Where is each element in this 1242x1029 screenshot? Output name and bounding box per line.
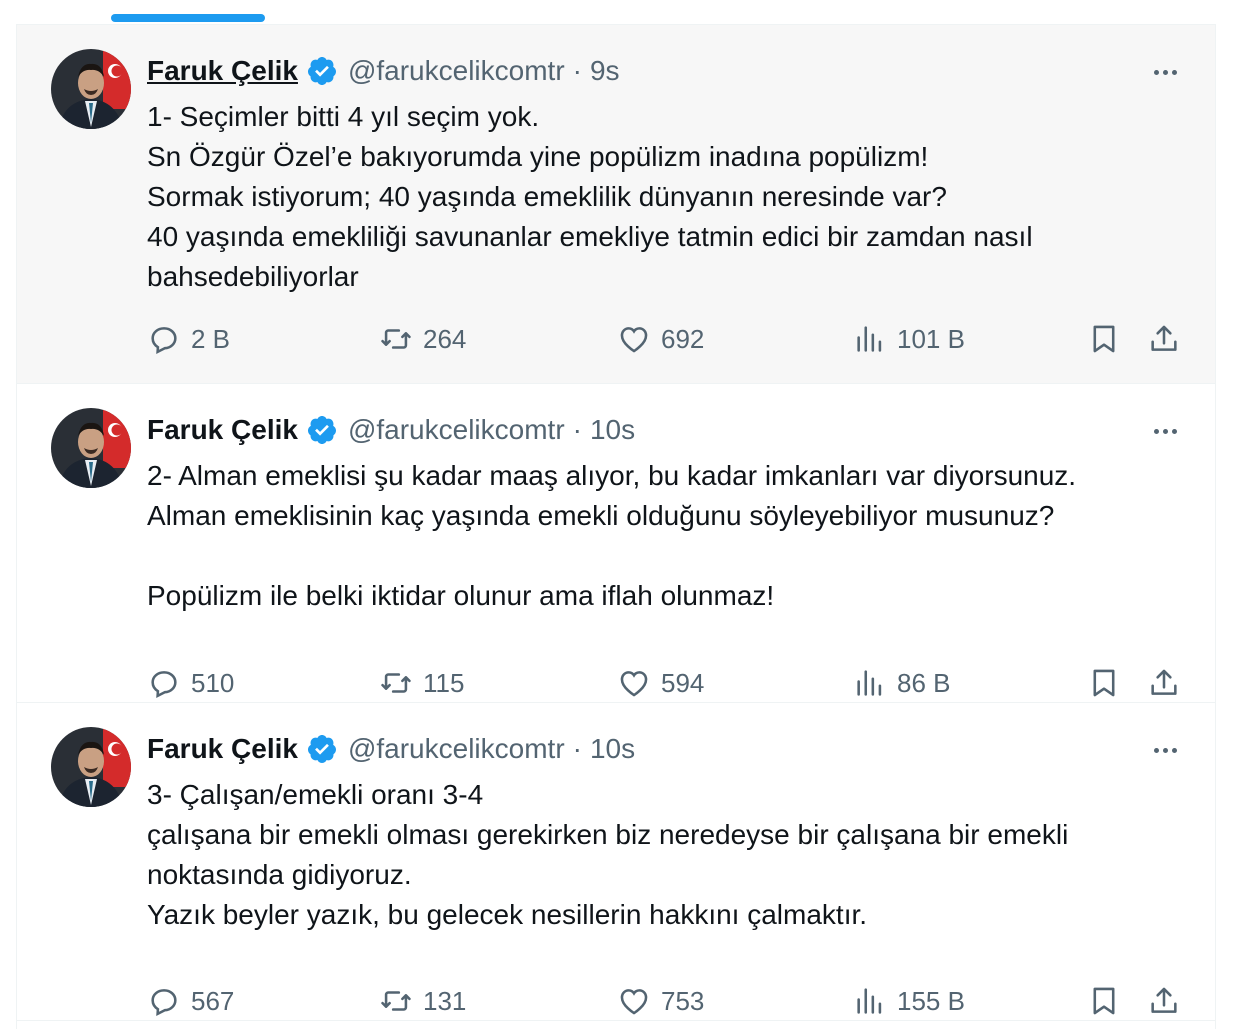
bookmark-button[interactable] [1087, 319, 1121, 359]
more-icon[interactable] [1147, 735, 1183, 765]
separator-dot: · [572, 733, 582, 764]
tweet-header: Faruk Çelik @farukcelikcomtr · 10s [147, 412, 635, 448]
like-button[interactable]: 692 [617, 319, 704, 359]
like-icon [620, 327, 648, 353]
bookmark-button[interactable] [1087, 981, 1121, 1021]
tweet-text: 1- Seçimler bitti 4 yıl seçim yok. Sn Özg… [147, 97, 1187, 297]
reply-icon [151, 989, 177, 1017]
repost-button[interactable]: 115 [379, 663, 464, 703]
like-button[interactable]: 753 [617, 981, 704, 1021]
action-bar: 567 131 753 155 B [147, 981, 1187, 1021]
author-name[interactable]: Faruk Çelik [147, 733, 298, 765]
repost-count: 131 [423, 985, 467, 1016]
share-icon [1151, 325, 1177, 351]
separator-dot: · [572, 55, 582, 86]
views-count: 101 B [897, 323, 965, 354]
avatar[interactable] [51, 727, 131, 807]
tweet-header: Faruk Çelik @farukcelikcomtr · 9s [147, 53, 620, 89]
like-button[interactable]: 594 [617, 663, 704, 703]
separator-dot: · [572, 414, 582, 445]
tweet-line: Yazık beyler yazık, bu gelecek nesilleri… [147, 899, 868, 930]
tweet[interactable]: Faruk Çelik @farukcelikcomtr · 10s 2- Al… [17, 384, 1215, 703]
repost-icon [381, 329, 411, 349]
tweet-line: 40 yaşında emekliliği savunanlar emekliy… [147, 221, 1033, 252]
share-button[interactable] [1147, 981, 1181, 1021]
tweet-line: Sormak istiyorum; 40 yaşında emeklilik d… [147, 181, 947, 212]
tweet-line [147, 536, 1187, 576]
tweet-line: noktasında gidiyoruz. [147, 859, 412, 890]
repost-button[interactable]: 264 [379, 319, 466, 359]
reply-count: 510 [191, 667, 235, 698]
like-count: 692 [661, 323, 705, 354]
avatar[interactable] [51, 408, 131, 488]
bookmark-icon [1093, 669, 1115, 697]
reply-count: 2 B [191, 323, 231, 354]
views-count: 155 B [897, 985, 965, 1016]
tweet-line: Popülizm ile belki iktidar olunur ama if… [147, 580, 775, 611]
views-button[interactable]: 101 B [853, 319, 965, 359]
action-bar: 510 115 594 86 B [147, 663, 1187, 703]
avatar[interactable] [51, 49, 131, 129]
reply-button[interactable]: 510 [147, 663, 234, 703]
tweet-line: Sn Özgür Özel’e bakıyorumda yine popüliz… [147, 141, 929, 172]
views-button[interactable]: 155 B [853, 981, 965, 1021]
share-button[interactable] [1147, 663, 1181, 703]
tweet-line: Alman emeklisinin kaç yaşında emekli old… [147, 500, 1055, 531]
author-name[interactable]: Faruk Çelik [147, 414, 298, 446]
bookmark-icon [1093, 325, 1115, 353]
timestamp[interactable]: 10s [590, 414, 635, 446]
like-icon [620, 989, 648, 1015]
tweet-line: bahsedebiliyorlar [147, 261, 359, 292]
reply-button[interactable]: 567 [147, 981, 234, 1021]
tweet-text: 3- Çalışan/emekli oranı 3-4 çalışana bir … [147, 775, 1187, 935]
timestamp[interactable]: 9s [590, 55, 620, 87]
more-icon[interactable] [1147, 57, 1183, 87]
views-count: 86 B [897, 667, 951, 698]
views-icon [857, 988, 882, 1014]
repost-count: 115 [423, 667, 465, 698]
tweet-header: Faruk Çelik @farukcelikcomtr · 10s [147, 731, 635, 767]
repost-count: 264 [423, 323, 467, 354]
repost-icon [381, 673, 411, 693]
share-button[interactable] [1147, 319, 1181, 359]
verified-badge-icon [307, 416, 336, 444]
author-handle[interactable]: @farukcelikcomtr [348, 414, 565, 446]
views-icon [857, 326, 882, 352]
verified-badge-icon [307, 735, 336, 763]
author-name[interactable]: Faruk Çelik [147, 55, 298, 87]
like-count: 753 [661, 985, 705, 1016]
repost-icon [381, 991, 411, 1011]
tweet[interactable]: Faruk Çelik @farukcelikcomtr · 9s 1- Seç… [17, 25, 1215, 384]
active-tab-indicator [111, 14, 265, 22]
tweet-line: çalışana bir emekli olması gerekirken bi… [147, 819, 1069, 850]
timestamp[interactable]: 10s [590, 733, 635, 765]
bookmark-icon [1093, 987, 1115, 1015]
reply-count: 567 [191, 985, 235, 1016]
tweet-line: 2- Alman emeklisi şu kadar maaş alıyor, … [147, 460, 1077, 491]
tweet-thread: Faruk Çelik @farukcelikcomtr · 9s 1- Seç… [16, 24, 1216, 1029]
like-icon [620, 671, 648, 697]
share-icon [1151, 669, 1177, 695]
author-handle[interactable]: @farukcelikcomtr [348, 55, 565, 87]
views-button[interactable]: 86 B [853, 663, 951, 703]
tweet-line: 1- Seçimler bitti 4 yıl seçim yok. [147, 101, 540, 132]
share-icon [1151, 987, 1177, 1013]
action-bar: 2 B 264 692 101 B [147, 319, 1187, 359]
tweet-text: 2- Alman emeklisi şu kadar maaş alıyor, … [147, 456, 1187, 616]
author-handle[interactable]: @farukcelikcomtr [348, 733, 565, 765]
more-icon[interactable] [1147, 416, 1183, 446]
reply-icon [151, 327, 177, 355]
repost-button[interactable]: 131 [379, 981, 466, 1021]
bookmark-button[interactable] [1087, 663, 1121, 703]
tweet-line: 3- Çalışan/emekli oranı 3-4 [147, 779, 484, 810]
like-count: 594 [661, 667, 705, 698]
tweet[interactable]: Faruk Çelik @farukcelikcomtr · 10s 3- Ça… [17, 703, 1215, 1021]
views-icon [857, 670, 882, 696]
reply-icon [151, 671, 177, 699]
verified-badge-icon [307, 57, 336, 85]
reply-button[interactable]: 2 B [147, 319, 230, 359]
